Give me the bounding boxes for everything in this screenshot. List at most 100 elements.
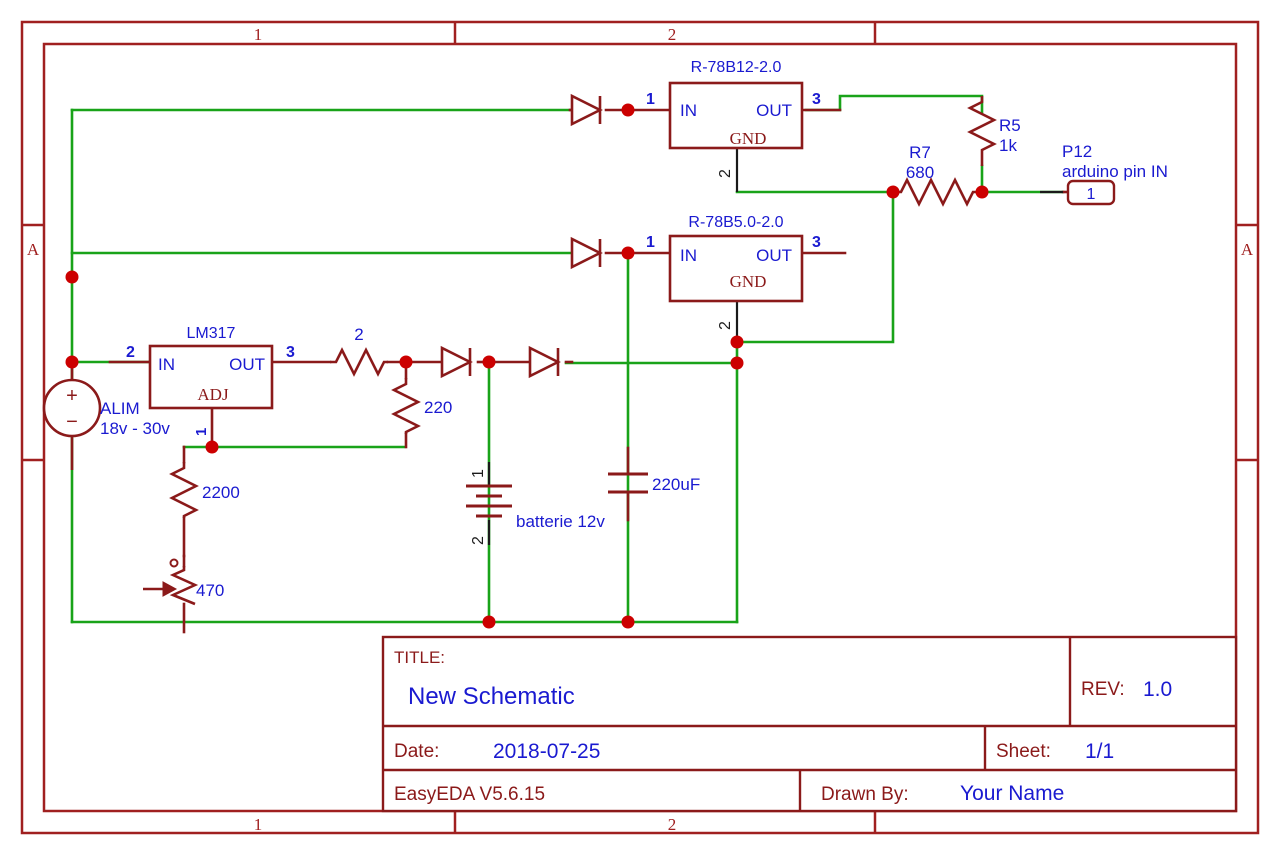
resistor-r5-value: 1k bbox=[999, 136, 1017, 155]
title-label: TITLE: bbox=[394, 648, 445, 667]
rev-value: 1.0 bbox=[1143, 678, 1172, 701]
component-potentiometer-470[interactable]: 470 bbox=[143, 558, 224, 606]
resistor-r7-value: 680 bbox=[906, 163, 934, 182]
diode-d4-triangle bbox=[528, 345, 561, 379]
source-plus-sign: + bbox=[66, 385, 78, 407]
diode-d4[interactable] bbox=[528, 345, 561, 379]
battery-value: batterie 12v bbox=[516, 512, 605, 531]
diode-d2[interactable] bbox=[570, 236, 603, 270]
title-block: TITLE: New Schematic REV: 1.0 Date: 2018… bbox=[381, 635, 1238, 813]
reg5-pin-in-label: IN bbox=[680, 246, 697, 265]
diode-d2-triangle bbox=[570, 236, 603, 270]
diode-d3[interactable] bbox=[440, 345, 473, 379]
resistor-out-value: 2 bbox=[354, 325, 363, 344]
sheet-label: Sheet: bbox=[996, 741, 1051, 762]
frame-zone-top-1: 1 bbox=[254, 25, 263, 44]
frame-zone-bottom-1: 1 bbox=[254, 815, 263, 834]
lm317-pin-adj-label: ADJ bbox=[197, 385, 229, 404]
resistor-220-body bbox=[391, 378, 421, 434]
reg5-pin-gnd-label: GND bbox=[730, 272, 767, 291]
battery-pin-number-2: 2 bbox=[470, 536, 487, 545]
junction-reg5-gnd bbox=[730, 335, 744, 349]
lm317-pin-number-1: 1 bbox=[193, 428, 210, 436]
diode-d1[interactable] bbox=[570, 93, 603, 127]
drawn-by-value: Your Name bbox=[960, 782, 1064, 805]
reg12-name: R-78B12-2.0 bbox=[691, 59, 782, 76]
diode-d3-triangle bbox=[440, 345, 473, 379]
junction-d1-reg12in bbox=[621, 103, 635, 117]
frame-zone-left-a: A bbox=[27, 240, 40, 259]
diodes bbox=[440, 93, 603, 379]
battery-pin-number-1: 1 bbox=[470, 469, 487, 478]
junction-r7-left bbox=[886, 185, 900, 199]
component-capacitor-220uf[interactable]: 220uF bbox=[608, 472, 700, 494]
port-p12-designator: P12 bbox=[1062, 142, 1092, 161]
junction-d3-battery bbox=[482, 355, 496, 369]
lm317-pin-in-label: IN bbox=[158, 355, 175, 374]
resistor-r7-body bbox=[893, 177, 982, 207]
reg5-pin-number-3: 3 bbox=[812, 234, 821, 251]
component-resistor-r7[interactable]: R7 680 bbox=[893, 143, 982, 207]
reg5-pin-number-1: 1 bbox=[646, 234, 655, 251]
junction-r7-right-p12 bbox=[975, 185, 989, 199]
component-resistor-r5[interactable]: R5 1k bbox=[967, 96, 1021, 166]
resistor-2200-body bbox=[169, 462, 199, 518]
reg5-pin-number-2: 2 bbox=[717, 321, 734, 330]
reg5-name: R-78B5.0-2.0 bbox=[688, 214, 783, 231]
date-label: Date: bbox=[394, 741, 439, 762]
reg12-pin-number-1: 1 bbox=[646, 91, 655, 108]
frame-zone-top-2: 2 bbox=[668, 25, 677, 44]
battery-pin-leads bbox=[487, 148, 1063, 545]
lm317-pin-number-2: 2 bbox=[126, 344, 135, 361]
junction-ground-cap bbox=[621, 615, 635, 629]
resistor-2200-value: 2200 bbox=[202, 483, 240, 502]
frame-zone-bottom-2: 2 bbox=[668, 815, 677, 834]
resistor-r7-designator: R7 bbox=[909, 143, 931, 162]
junction-source-lm317 bbox=[65, 355, 79, 369]
lm317-name: LM317 bbox=[187, 325, 236, 342]
reg12-pin-out-label: OUT bbox=[756, 101, 792, 120]
lm317-pin-out-label: OUT bbox=[229, 355, 265, 374]
resistor-out-body bbox=[330, 347, 388, 377]
junction-r2-r220 bbox=[399, 355, 413, 369]
potentiometer-470-value: 470 bbox=[196, 581, 224, 600]
frame-zone-right-a: A bbox=[1241, 240, 1254, 259]
component-resistor-220[interactable]: 220 bbox=[391, 378, 452, 434]
sheet-value: 1/1 bbox=[1085, 740, 1114, 763]
component-port-p12[interactable]: 1 P12 arduino pin IN bbox=[1062, 142, 1168, 206]
lm317-pin-number-3: 3 bbox=[286, 344, 295, 361]
title-value: New Schematic bbox=[408, 683, 575, 710]
junction-main-lower bbox=[730, 356, 744, 370]
reg12-pin-number-2: 2 bbox=[717, 169, 734, 178]
junction-ground-battery bbox=[482, 615, 496, 629]
component-reg12[interactable]: R-78B12-2.0 IN OUT GND 1 3 2 bbox=[646, 59, 821, 178]
junction-d2-reg5in bbox=[621, 246, 635, 260]
tool-value: EasyEDA V5.6.15 bbox=[394, 784, 545, 805]
source-minus-sign: − bbox=[66, 411, 78, 433]
junction-adj-node bbox=[205, 440, 219, 454]
resistor-r5-designator: R5 bbox=[999, 116, 1021, 135]
resistor-220-value: 220 bbox=[424, 398, 452, 417]
diode-d1-triangle bbox=[570, 93, 603, 127]
component-reg5[interactable]: R-78B5.0-2.0 IN OUT GND 1 3 2 bbox=[646, 214, 821, 330]
potentiometer-470-body bbox=[169, 566, 199, 606]
reg12-pin-in-label: IN bbox=[680, 101, 697, 120]
rev-label: REV: bbox=[1081, 679, 1125, 700]
potentiometer-470-terminal-dot bbox=[169, 558, 179, 568]
port-p12-description: arduino pin IN bbox=[1062, 162, 1168, 181]
reg12-pin-number-3: 3 bbox=[812, 91, 821, 108]
component-resistor-2200[interactable]: 2200 bbox=[169, 462, 240, 518]
component-battery[interactable]: 1 2 batterie 12v bbox=[466, 469, 605, 545]
reg12-pin-gnd-label: GND bbox=[730, 129, 767, 148]
source-value: 18v - 30v bbox=[100, 419, 170, 438]
junction-left-rail-mid bbox=[65, 270, 79, 284]
port-p12-pin-number: 1 bbox=[1087, 186, 1096, 203]
schematic-canvas: 1 2 1 2 A A R-78B12-2.0 IN OUT GND 1 3 2… bbox=[20, 20, 1260, 835]
date-value: 2018-07-25 bbox=[493, 740, 600, 763]
schematic-sheet: 1 2 1 2 A A R-78B12-2.0 IN OUT GND 1 3 2… bbox=[0, 0, 1280, 855]
capacitor-220uf-value: 220uF bbox=[652, 475, 700, 494]
component-resistor-out[interactable]: 2 bbox=[330, 325, 388, 377]
source-designator: ALIM bbox=[100, 399, 140, 418]
drawn-by-label: Drawn By: bbox=[821, 784, 909, 805]
reg5-pin-out-label: OUT bbox=[756, 246, 792, 265]
